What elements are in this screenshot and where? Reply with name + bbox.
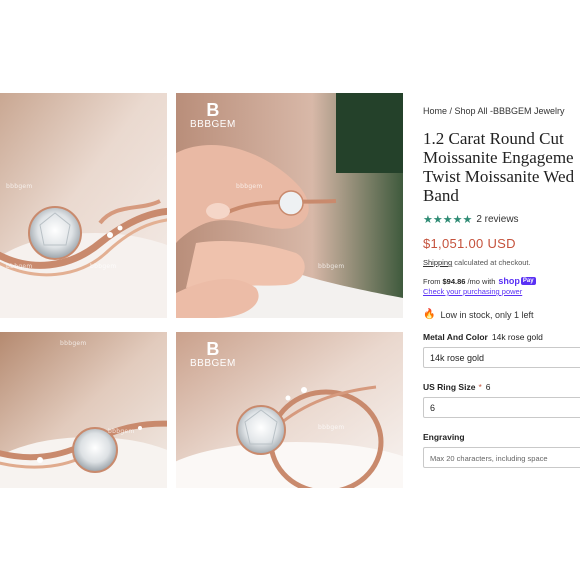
product-gallery: bbbgem bbbgem bbbgem B BBBGEM bbbgem bbb…	[0, 0, 403, 580]
ring-size-label-text: US Ring Size	[423, 382, 476, 392]
watermark: bbbgem	[60, 340, 87, 347]
metal-select[interactable]: 14k rose gold	[423, 347, 580, 368]
watermark: bbbgem	[6, 183, 33, 190]
watermark: bbbgem	[90, 263, 117, 270]
product-title-line: 1.2 Carat Round Cut	[423, 129, 564, 148]
engraving-option: Engraving Max 20 characters, including s…	[423, 432, 580, 468]
metal-label-text: Metal And Color	[423, 332, 488, 342]
brand-logo-icon: B	[206, 100, 220, 120]
brand-logo-icon: B	[206, 339, 220, 359]
product-title-line: Twist Moissanite Wed	[423, 167, 575, 186]
ring-closeup-image	[0, 93, 167, 318]
ring-size-current-value: 6	[485, 382, 491, 392]
product-photo-3[interactable]: bbbgem bbbgem	[0, 332, 167, 488]
shoppay-installments: From $94.86 /mo with shop Pay	[423, 276, 580, 286]
engraving-input[interactable]: Max 20 characters, including space	[423, 447, 580, 468]
star-rating-icon: ★★★★★	[423, 214, 473, 226]
ring-size-select[interactable]: 6	[423, 397, 580, 418]
flame-icon: 🔥	[423, 309, 436, 320]
product-photo-1[interactable]: bbbgem bbbgem bbbgem	[0, 93, 167, 318]
ring-on-cushion-image	[0, 332, 167, 488]
required-marker: *	[478, 382, 482, 392]
brand-logo: B BBBGEM	[190, 340, 236, 369]
engraving-label: Engraving	[423, 432, 465, 442]
shoppay-badge: Pay	[520, 277, 536, 285]
shipping-note: Shipping calculated at checkout.	[423, 258, 580, 267]
ring-size-label: US Ring Size * 6	[423, 382, 580, 392]
product-photo-2[interactable]: B BBBGEM bbbgem bbbgem	[176, 93, 403, 318]
brand-logo-text: BBBGEM	[190, 119, 236, 130]
reviews-count[interactable]: 2 reviews	[476, 214, 518, 225]
rating-row[interactable]: ★★★★★ 2 reviews	[423, 213, 580, 226]
product-photo-4[interactable]: B BBBGEM bbbgem	[176, 332, 403, 488]
shoppay-amount: $94.86	[442, 276, 466, 286]
metal-label: Metal And Color 14k rose gold	[423, 332, 580, 342]
shoppay-prefix: From	[423, 276, 441, 286]
stock-status: 🔥 Low in stock, only 1 left	[423, 309, 580, 320]
watermark: bbbgem	[318, 263, 345, 270]
shipping-link[interactable]: Shipping	[423, 258, 452, 267]
breadcrumb[interactable]: Home / Shop All -BBBGEM Jewelry	[423, 106, 580, 116]
watermark: bbbgem	[236, 183, 263, 190]
purchasing-power-link[interactable]: Check your purchasing power	[423, 287, 580, 296]
shipping-text: calculated at checkout.	[454, 258, 531, 267]
shoppay-logo-icon: shop	[498, 276, 520, 286]
shoppay-suffix: /mo with	[467, 276, 496, 286]
product-title-line: Moissanite Engageme	[423, 148, 574, 167]
product-info-panel: Home / Shop All -BBBGEM Jewelry 1.2 Cara…	[423, 106, 580, 486]
brand-logo: B BBBGEM	[190, 101, 236, 130]
watermark: bbbgem	[108, 428, 135, 435]
watermark: bbbgem	[6, 263, 33, 270]
metal-option: Metal And Color 14k rose gold 14k rose go…	[423, 332, 580, 368]
watermark: bbbgem	[318, 424, 345, 431]
product-title: 1.2 Carat Round Cut Moissanite Engageme …	[423, 129, 580, 205]
product-price: $1,051.00 USD	[423, 236, 516, 251]
stock-text: Low in stock, only 1 left	[440, 309, 534, 320]
brand-logo-text: BBBGEM	[190, 358, 236, 369]
ring-size-option: US Ring Size * 6 6	[423, 382, 580, 418]
metal-current-value: 14k rose gold	[491, 332, 543, 342]
product-title-line: Band	[423, 186, 459, 205]
